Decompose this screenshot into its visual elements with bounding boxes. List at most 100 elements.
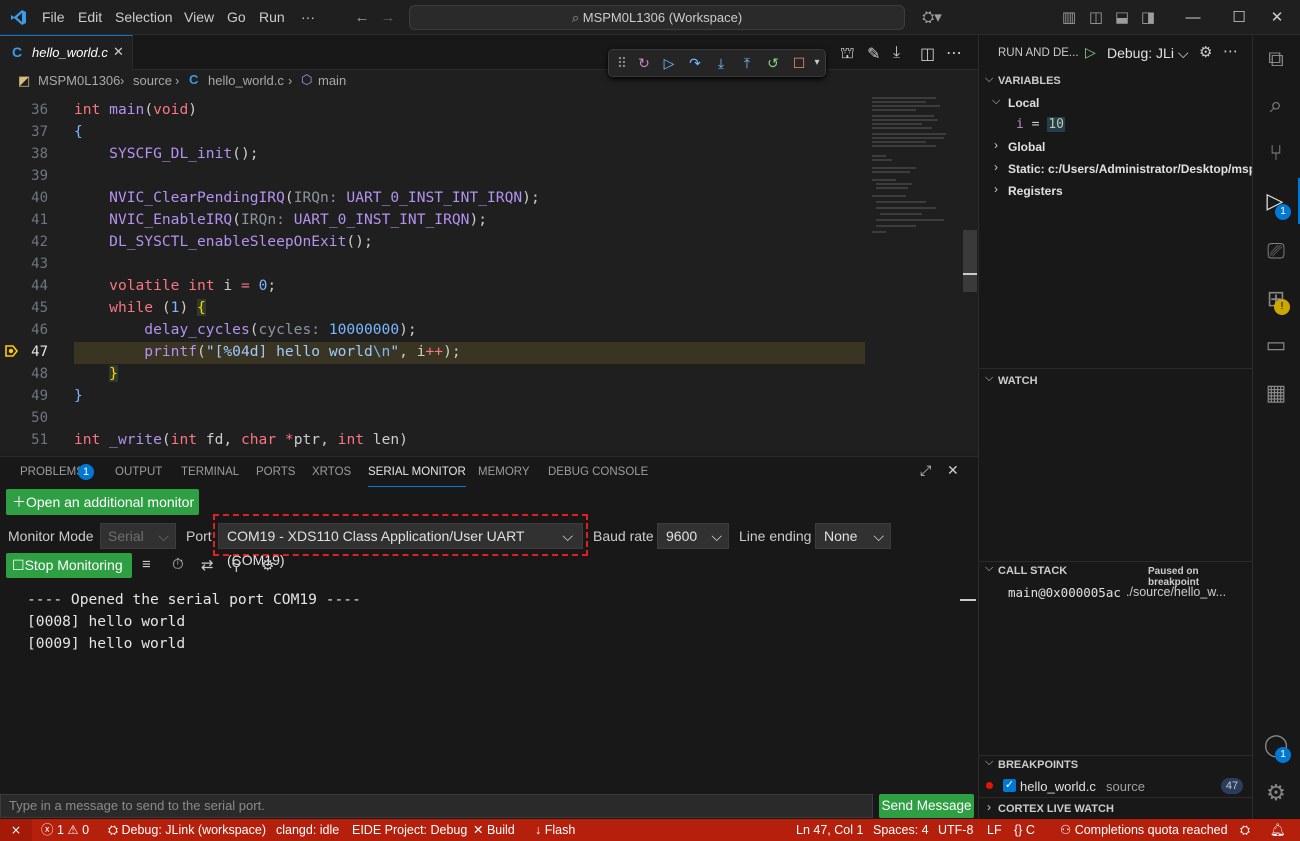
step-out-icon[interactable]: ⤒ — [736, 50, 758, 76]
toggle-rts-icon[interactable]: ⇄ — [201, 556, 214, 574]
eide-project-icon[interactable]: ▭ — [1252, 322, 1300, 368]
tab-debug-console[interactable]: DEBUG CONSOLE — [548, 457, 648, 487]
toggle-primary-sidebar-icon[interactable]: ◫ — [1085, 0, 1107, 35]
menu-selection[interactable]: Selection — [115, 0, 173, 35]
editor-scrollbar[interactable] — [963, 230, 977, 292]
eide-flash-icon[interactable]: ⤓ — [893, 44, 900, 62]
send-message-button[interactable]: Send Message — [879, 794, 974, 818]
more-actions-icon[interactable]: ⋯ — [946, 43, 962, 63]
watch-header[interactable]: WATCH — [998, 375, 1038, 387]
scope-global[interactable]: Global — [1008, 140, 1045, 154]
explorer-icon[interactable]: ⧉ — [1252, 36, 1300, 82]
cursor-position[interactable]: Ln 47, Col 1 — [796, 819, 863, 841]
menu-run[interactable]: Run — [259, 0, 285, 35]
eide-clean-icon[interactable]: ✎ — [867, 44, 880, 64]
tab-xrtos[interactable]: XRTOS — [312, 457, 351, 487]
port-select[interactable]: COM19 - XDS110 Class Application/User UA… — [218, 523, 583, 568]
back-arrow-icon[interactable]: ← — [352, 0, 372, 35]
output-scrollbar[interactable] — [960, 599, 976, 601]
drag-handle-icon[interactable]: ⠿ — [611, 50, 633, 76]
split-editor-icon[interactable]: ◫ — [920, 44, 935, 64]
chevron-down-icon[interactable]: ⌵ — [985, 73, 993, 86]
flash-status-button[interactable]: ↓ Flash — [535, 819, 575, 841]
toggle-secondary-sidebar-icon[interactable]: ◨ — [1137, 0, 1159, 35]
line-ending-select[interactable]: None ⌵ — [815, 523, 891, 549]
menu-edit[interactable]: Edit — [78, 0, 102, 35]
continue-icon[interactable]: ▷ — [658, 50, 680, 76]
chevron-down-icon[interactable]: ⌵ — [985, 562, 993, 575]
forward-arrow-icon[interactable]: → — [378, 0, 398, 35]
debug-status[interactable]: ⛭ Debug: JLink (workspace) — [108, 819, 266, 841]
tab-hello-world[interactable]: C hello_world.c ✕ — [0, 35, 133, 70]
copilot-icon[interactable]: ⛭▾ — [915, 0, 949, 35]
reset-device-icon[interactable]: ↻ — [633, 50, 655, 76]
code-editor[interactable]: 36 37 38 39 40 41 42 43 44 45 46 47 48 4… — [0, 92, 978, 452]
chevron-right-icon[interactable]: › — [994, 138, 998, 152]
restart-icon[interactable]: ↺ — [762, 50, 784, 76]
chevron-down-icon[interactable]: ⌵ — [992, 95, 1000, 108]
tab-serial-monitor[interactable]: SERIAL MONITOR — [368, 457, 466, 487]
eide-project-status[interactable]: EIDE Project: Debug — [352, 819, 467, 841]
tab-problems[interactable]: PROBLEMS — [20, 457, 84, 487]
indentation[interactable]: Spaces: 4 — [873, 819, 929, 841]
chevron-right-icon[interactable]: › — [987, 800, 991, 814]
baud-rate-select[interactable]: 9600 ⌵ — [657, 523, 729, 549]
chip-peripheral-icon[interactable]: ▦ — [1252, 370, 1300, 416]
stack-frame-file[interactable]: ./source/hello_w... — [1126, 585, 1226, 599]
end-of-line[interactable]: LF — [987, 819, 1002, 841]
clear-output-icon[interactable]: ≡ — [142, 556, 151, 573]
chevron-right-icon[interactable]: › — [994, 160, 998, 174]
variables-header[interactable]: VARIABLES — [998, 75, 1061, 87]
problems-status[interactable]: ⓧ 1 ⚠ 0 — [41, 819, 89, 841]
tab-terminal[interactable]: TERMINAL — [181, 457, 239, 487]
monitor-mode-select[interactable]: Serial ⌵ — [100, 523, 176, 549]
manage-gear-icon[interactable]: ⚙ — [1252, 770, 1300, 816]
settings-gear-icon[interactable]: ⚙ — [261, 556, 274, 574]
remote-explorer-icon[interactable]: ⎚ — [1252, 228, 1300, 274]
menu-more[interactable]: ··· — [301, 0, 315, 35]
breakpoints-header[interactable]: BREAKPOINTS — [998, 759, 1078, 771]
stack-frame-function[interactable]: main@0x000005ac — [1008, 585, 1121, 600]
scope-local[interactable]: Local — [1008, 96, 1039, 110]
chevron-down-icon[interactable]: ⌵ — [985, 756, 993, 769]
remote-indicator-icon[interactable]: ⨯ — [0, 819, 32, 841]
copilot-status[interactable]: ⚇ Completions quota reached — [1060, 819, 1228, 841]
breadcrumb-file[interactable]: hello_world.c — [208, 73, 284, 88]
minimize-icon[interactable]: — — [1170, 0, 1216, 35]
chevron-down-icon[interactable]: ⌵ — [985, 372, 993, 385]
clangd-status[interactable]: clangd: idle — [276, 819, 339, 841]
encoding[interactable]: UTF-8 — [938, 819, 973, 841]
breakpoint-arrow-icon[interactable] — [5, 344, 19, 358]
copilot-icon[interactable]: ⛭ — [1240, 819, 1250, 841]
message-input[interactable]: Type in a message to send to the serial … — [0, 794, 873, 818]
open-monitor-button[interactable]: ＋Open an additional monitor — [6, 489, 199, 515]
more-actions-icon[interactable]: ⋯ — [1223, 42, 1238, 60]
chevron-right-icon[interactable]: › — [994, 182, 998, 196]
minimap[interactable] — [866, 92, 962, 242]
scope-static[interactable]: Static: c:/Users/Administrator/Desktop/m… — [1008, 162, 1252, 176]
menu-file[interactable]: File — [42, 0, 65, 35]
tab-output[interactable]: OUTPUT — [115, 457, 162, 487]
timestamp-icon[interactable]: ⏱ — [172, 556, 184, 573]
plug-icon[interactable]: ⚲ — [231, 556, 242, 574]
menu-go[interactable]: Go — [227, 0, 246, 35]
debug-config-select[interactable]: Debug: JLi ⌵ — [1107, 45, 1188, 62]
breadcrumb-workspace[interactable]: MSPM0L1306 — [38, 73, 120, 88]
breakpoint-checkbox[interactable]: ✓ — [1003, 779, 1016, 792]
step-into-icon[interactable]: ⤓ — [710, 50, 732, 76]
chevron-down-icon[interactable]: ▾ — [806, 50, 828, 76]
call-stack-header[interactable]: CALL STACK — [998, 565, 1067, 577]
stop-monitoring-button[interactable]: ☐Stop Monitoring — [6, 553, 132, 578]
tab-ports[interactable]: PORTS — [256, 457, 295, 487]
breadcrumb-symbol[interactable]: main — [318, 73, 346, 88]
extensions-icon[interactable]: ⊞ — [1252, 276, 1300, 322]
notifications-bell-icon[interactable]: 🔔︎ — [1270, 819, 1286, 841]
breakpoint-file[interactable]: hello_world.c — [1020, 779, 1096, 794]
account-icon[interactable]: ◯ — [1252, 722, 1300, 768]
maximize-panel-icon[interactable]: ⤢ — [920, 462, 931, 479]
close-window-icon[interactable]: ✕ — [1254, 0, 1300, 35]
cortex-live-watch-header[interactable]: CORTEX LIVE WATCH — [998, 803, 1114, 815]
eide-build-icon[interactable]: ⛫ — [840, 44, 855, 64]
gear-icon[interactable]: ⚙ — [1199, 43, 1212, 61]
search-icon[interactable]: ⌕ — [1252, 82, 1300, 128]
